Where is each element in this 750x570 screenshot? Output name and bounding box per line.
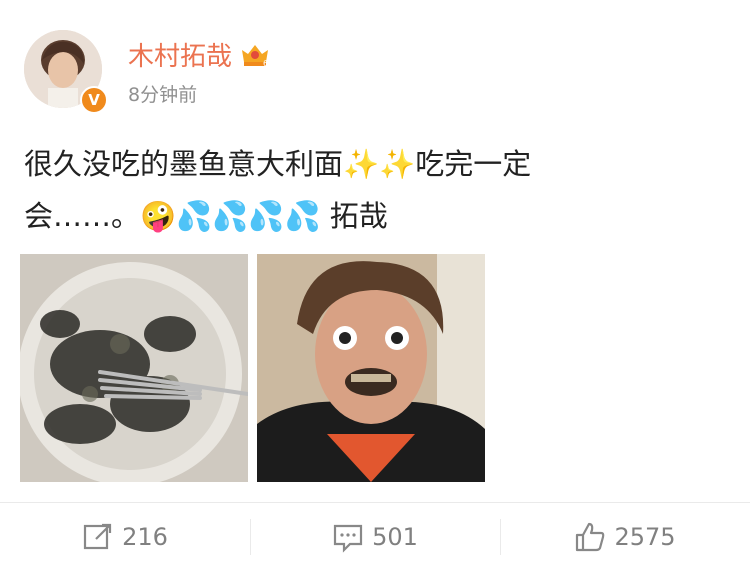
comment-count: 501 (372, 523, 418, 551)
comment-button[interactable]: 501 (250, 503, 500, 570)
action-bar: 216 501 2575 (0, 502, 750, 570)
repost-icon (83, 523, 112, 550)
zany-face-emoji-icon: 🤪 (140, 199, 177, 233)
post-text: 很久没吃的墨鱼意大利面✨✨吃完一定 会……。🤪💦💦💦💦 拓哉 (24, 138, 704, 242)
weibo-post: V 木村拓哉 6 8分钟前 很久没吃的墨鱼意大利面✨✨吃完一定 会……。🤪💦💦💦… (0, 0, 750, 570)
post-time: 8分钟前 (128, 84, 198, 106)
like-count: 2575 (614, 523, 676, 551)
author-avatar[interactable]: V (24, 30, 108, 114)
sparkles-emoji-icon: ✨✨ (343, 147, 416, 181)
author-name[interactable]: 木村拓哉 6 (128, 36, 270, 73)
post-text-part: 会……。 (24, 199, 141, 233)
post-text-part: 吃完一定 (415, 147, 532, 181)
post-image-selfie[interactable] (257, 254, 485, 482)
like-button[interactable]: 2575 (500, 503, 750, 570)
sweat-drops-emoji-icon: 💦💦💦💦 (176, 199, 321, 233)
verified-badge: V (80, 86, 108, 114)
thumbs-up-icon (576, 522, 605, 552)
repost-count: 216 (122, 523, 168, 551)
post-text-part: 很久没吃的墨鱼意大利面 (24, 147, 344, 181)
repost-button[interactable]: 216 (0, 503, 250, 570)
post-image-plate[interactable] (20, 254, 248, 482)
author-name-text: 木村拓哉 (128, 42, 233, 72)
svg-text:6: 6 (263, 59, 268, 68)
comment-icon (333, 524, 363, 553)
post-signature: 拓哉 (320, 199, 388, 233)
vip-crown-icon: 6 (242, 44, 268, 68)
